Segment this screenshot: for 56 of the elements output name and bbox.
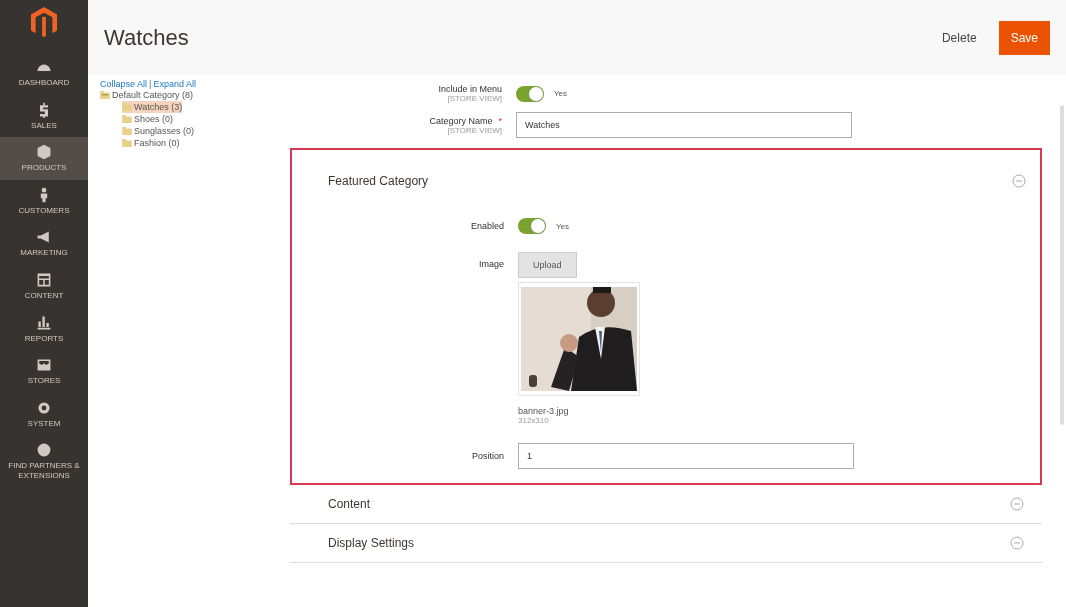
nav-item[interactable]: CUSTOMERS (0, 179, 88, 223)
storefront-icon (36, 357, 52, 374)
field-label: Position (471, 451, 504, 461)
nav-item[interactable]: MARKETING (0, 222, 88, 265)
collapse-icon[interactable] (1010, 497, 1024, 511)
file-size: 312x310 (518, 416, 549, 425)
tree-node[interactable]: Watches (3) (122, 101, 183, 113)
nav-item[interactable]: REPORTS (0, 307, 88, 351)
upload-button[interactable]: Upload (518, 252, 577, 278)
folder-icon (122, 103, 132, 111)
toggle-value: Yes (556, 221, 570, 231)
nav-item[interactable]: CONTENT (0, 264, 88, 308)
logo-icon (30, 6, 58, 38)
layout-icon (36, 271, 52, 288)
bar-chart-icon (36, 314, 52, 331)
collapse-icon[interactable] (1012, 174, 1026, 188)
delete-button[interactable]: Delete (937, 26, 981, 49)
section-title: Content (328, 497, 371, 511)
folder-icon (100, 91, 110, 99)
nav-item[interactable]: SALES (0, 94, 88, 138)
nav-item[interactable]: FIND PARTNERS & EXTENSIONS (0, 435, 88, 488)
gear-icon (36, 399, 52, 416)
collapse-all-link[interactable]: Collapse All (100, 79, 148, 89)
required-mark: * (498, 115, 502, 126)
tree-node[interactable]: Shoes (0) (122, 113, 174, 125)
input-field[interactable]: 1 (518, 443, 854, 469)
nav-item[interactable]: STORES (0, 350, 88, 393)
nav-item[interactable]: PRODUCTS (0, 137, 88, 180)
save-button[interactable]: Save (998, 20, 1050, 55)
field-label: Enabled (470, 221, 504, 231)
file-name: banner-3.jpg (518, 406, 569, 416)
field-label: Image (479, 259, 504, 269)
separator: | (149, 79, 152, 89)
circle-icon (36, 442, 52, 459)
folder-icon (122, 115, 132, 123)
field-label: Category Name (429, 115, 493, 126)
expand-all-link[interactable]: Expand All (153, 79, 196, 89)
toggle-switch[interactable] (516, 85, 544, 102)
section-title: Featured Category (328, 174, 429, 188)
toggle-switch[interactable] (518, 218, 546, 234)
tree-node[interactable]: Sunglasses (0) (122, 125, 195, 137)
input-field[interactable]: Watches (516, 112, 852, 138)
tree-node[interactable]: Default Category (8) (100, 89, 194, 101)
toggle-value: Yes (554, 89, 568, 98)
scope-label: [STORE VIEW] (447, 125, 502, 135)
collapse-icon[interactable] (1010, 536, 1024, 550)
tree-node[interactable]: Fashion (0) (122, 137, 180, 149)
section-title: Display Settings (328, 536, 415, 550)
field-label: Include in Menu (438, 84, 502, 94)
nav-item[interactable]: DASHBOARD (0, 52, 88, 95)
folder-icon (122, 139, 132, 147)
folder-icon (122, 127, 132, 135)
scope-label: [STORE VIEW] (447, 94, 502, 103)
cube-icon (36, 144, 52, 161)
nav-item[interactable]: SYSTEM (0, 392, 88, 436)
page-title: Watches (104, 24, 189, 51)
